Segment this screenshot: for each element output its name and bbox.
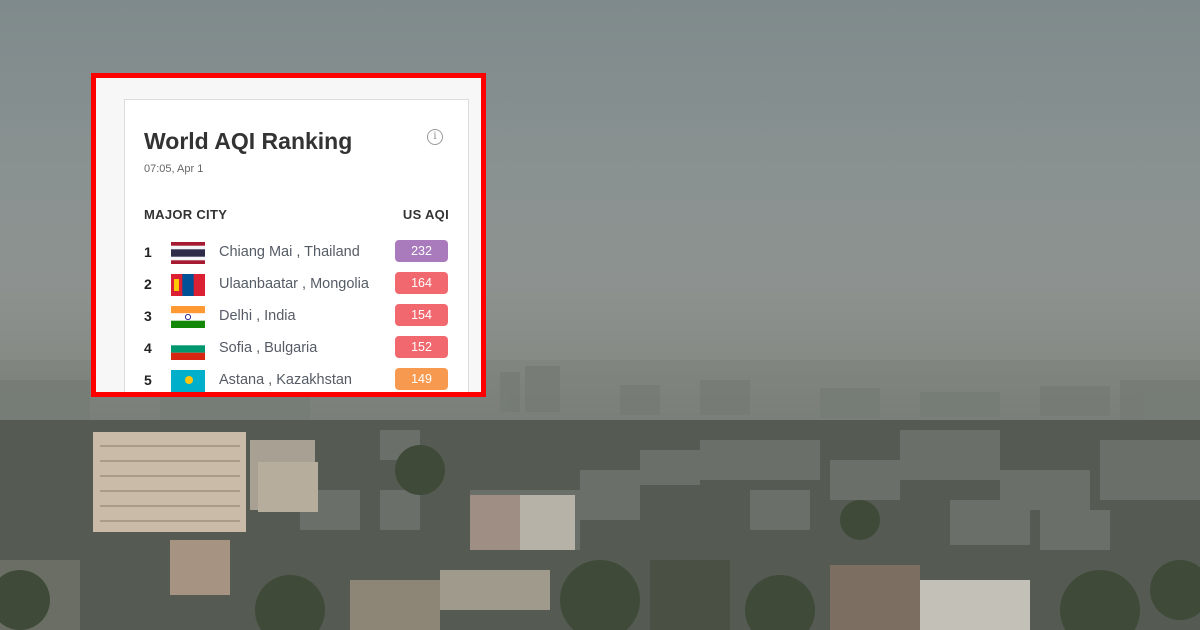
rank-number: 5 <box>144 372 152 388</box>
ranking-row[interactable]: 4 Sofia , Bulgaria 152 <box>125 336 470 360</box>
aqi-badge: 154 <box>395 304 448 326</box>
aqi-badge: 152 <box>395 336 448 358</box>
ranking-row[interactable]: 1 Chiang Mai , Thailand 232 <box>125 240 470 264</box>
column-header-aqi: US AQI <box>402 207 449 222</box>
aqi-ranking-card: World AQI Ranking 07:05, Apr 1 i MAJOR C… <box>124 99 470 392</box>
rank-number: 1 <box>144 244 152 260</box>
bulgaria-flag-icon <box>171 338 205 360</box>
thailand-flag-icon <box>171 242 205 264</box>
india-flag-icon <box>171 306 205 328</box>
city-name[interactable]: Chiang Mai , Thailand <box>219 244 360 260</box>
rank-number: 2 <box>144 276 152 292</box>
city-name[interactable]: Astana , Kazakhstan <box>219 372 352 388</box>
aqi-badge: 232 <box>395 240 448 262</box>
ranking-row[interactable]: 2 Ulaanbaatar , Mongolia 164 <box>125 272 470 296</box>
rank-number: 3 <box>144 308 152 324</box>
column-header-city: MAJOR CITY <box>144 207 228 222</box>
ranking-row[interactable]: 5 Astana , Kazakhstan 149 <box>125 368 470 392</box>
card-title: World AQI Ranking <box>144 128 353 154</box>
update-timestamp: 07:05, Apr 1 <box>144 163 204 175</box>
city-name[interactable]: Delhi , India <box>219 308 296 324</box>
highlight-frame: World AQI Ranking 07:05, Apr 1 i MAJOR C… <box>91 73 486 397</box>
aqi-badge: 164 <box>395 272 448 294</box>
city-name[interactable]: Ulaanbaatar , Mongolia <box>219 276 369 292</box>
mongolia-flag-icon <box>171 274 205 296</box>
city-name[interactable]: Sofia , Bulgaria <box>219 340 317 356</box>
aqi-badge: 149 <box>395 368 448 390</box>
info-icon[interactable]: i <box>427 129 443 145</box>
ranking-row[interactable]: 3 Delhi , India 154 <box>125 304 470 328</box>
kazakhstan-flag-icon <box>171 370 205 392</box>
rank-number: 4 <box>144 340 152 356</box>
